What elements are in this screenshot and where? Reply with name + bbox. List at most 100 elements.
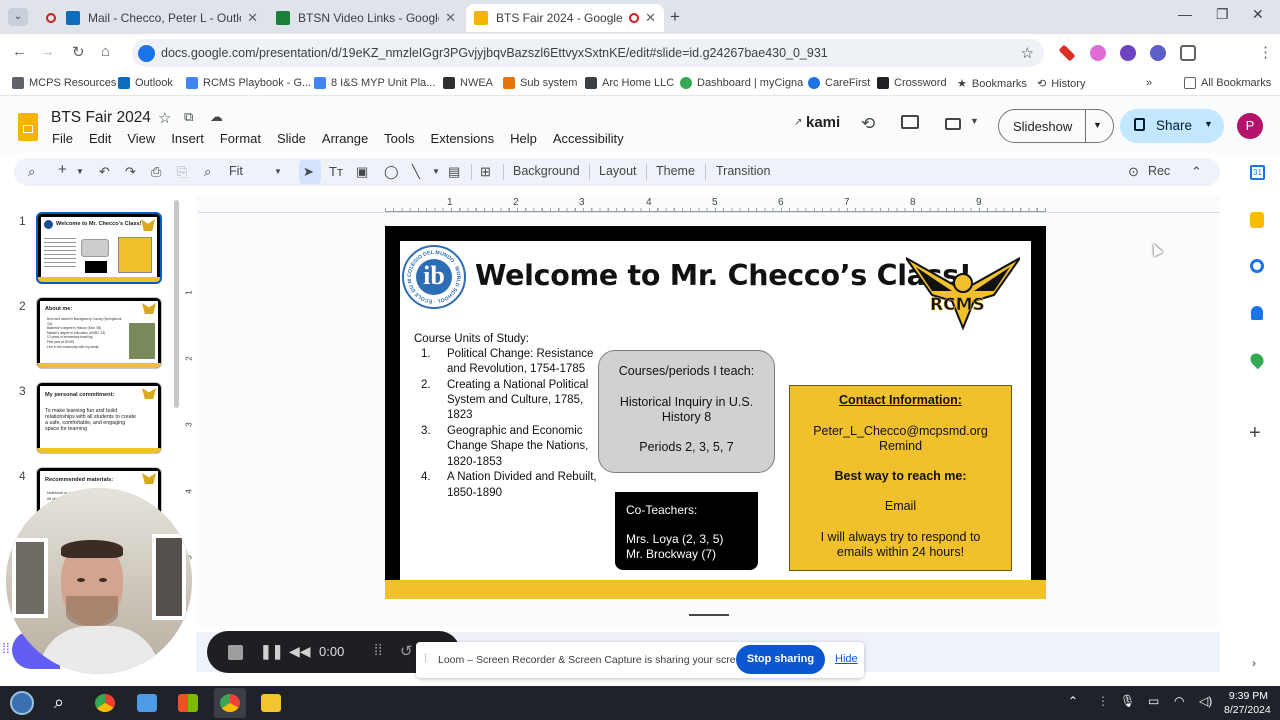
menu-view[interactable]: View bbox=[127, 131, 155, 146]
side-panel-toggle-icon[interactable]: › bbox=[1252, 656, 1256, 670]
undo-icon[interactable]: ↶ bbox=[99, 164, 110, 180]
bookmark-item[interactable]: Sub system bbox=[503, 77, 577, 89]
rewind-icon[interactable]: ◀◀ bbox=[289, 643, 311, 660]
keep-icon[interactable] bbox=[1250, 212, 1264, 228]
search-icon[interactable]: ⌕ bbox=[54, 692, 64, 713]
layout-button[interactable]: Layout bbox=[599, 164, 637, 178]
stop-recording-icon[interactable] bbox=[228, 645, 243, 660]
extension-icon[interactable] bbox=[1090, 45, 1106, 61]
maximize-button[interactable]: ❐ bbox=[1216, 6, 1229, 23]
horizontal-ruler[interactable]: 1 2 3 4 5 6 7 8 9 bbox=[385, 197, 1046, 212]
microphone-icon[interactable]: 🎙 bbox=[1120, 694, 1135, 708]
system-clock[interactable]: 9:39 PM 8/27/2024 bbox=[1224, 689, 1271, 717]
extensions-puzzle-icon[interactable] bbox=[1180, 45, 1196, 61]
bookmark-item[interactable]: Crossword bbox=[877, 77, 947, 89]
wifi-icon[interactable]: ◠ bbox=[1174, 694, 1184, 708]
chevron-down-icon[interactable]: ▼ bbox=[76, 167, 84, 176]
version-history-icon[interactable]: ⟲ bbox=[861, 114, 875, 134]
reload-button[interactable]: ↻ bbox=[72, 43, 85, 61]
all-bookmarks[interactable]: All Bookmarks bbox=[1184, 77, 1271, 89]
contacts-icon[interactable] bbox=[1251, 306, 1263, 320]
bookmark-item[interactable]: Arc Home LLC bbox=[585, 77, 674, 89]
tab-outlook[interactable]: Mail - Checco, Peter L - Outlook ✕ bbox=[38, 4, 266, 32]
get-addons-icon[interactable]: + bbox=[1249, 422, 1261, 445]
new-tab-button[interactable]: + bbox=[670, 7, 680, 27]
bookmarks-overflow-icon[interactable]: » bbox=[1146, 77, 1152, 89]
menu-slide[interactable]: Slide bbox=[277, 131, 306, 146]
shape-icon[interactable]: ◯ bbox=[384, 164, 399, 180]
collapse-toolbar-icon[interactable]: ⌃ bbox=[1191, 164, 1202, 180]
slide-thumbnail-1[interactable]: Welcome to Mr. Checco's Class! bbox=[36, 212, 162, 284]
hide-button[interactable]: Hide bbox=[835, 653, 858, 665]
tab-slides[interactable]: BTS Fair 2024 - Google Slides ✕ bbox=[466, 4, 664, 32]
minimize-button[interactable]: — bbox=[1178, 6, 1192, 22]
menu-help[interactable]: Help bbox=[510, 131, 537, 146]
share-options-chevron-icon[interactable]: ▼ bbox=[1204, 119, 1213, 129]
text-box-icon[interactable]: Tт bbox=[329, 164, 343, 179]
kami-extension-icon[interactable] bbox=[1120, 45, 1136, 61]
forward-button[interactable]: → bbox=[40, 43, 55, 60]
app-taskbar-icon[interactable] bbox=[137, 694, 157, 712]
bookmark-item[interactable]: MCPS Resources bbox=[12, 77, 116, 89]
redo-icon[interactable]: ↷ bbox=[125, 164, 136, 180]
stop-sharing-button[interactable]: Stop sharing bbox=[736, 645, 825, 674]
menu-arrange[interactable]: Arrange bbox=[322, 131, 368, 146]
bookmark-item[interactable]: Outlook bbox=[118, 77, 173, 89]
slideshow-options-chevron-icon[interactable]: ▼ bbox=[1093, 120, 1102, 130]
bookmark-item[interactable]: ⟲ History bbox=[1037, 77, 1085, 91]
paint-format-icon[interactable]: ⎘ bbox=[177, 164, 187, 180]
chevron-down-icon[interactable]: ▼ bbox=[432, 167, 440, 176]
maps-icon[interactable] bbox=[1247, 350, 1267, 370]
volume-icon[interactable]: ◁) bbox=[1199, 694, 1212, 708]
add-comment-icon[interactable]: ⊞ bbox=[480, 164, 491, 180]
slides-logo-icon[interactable] bbox=[18, 113, 38, 141]
bookmark-item[interactable]: ★ Bookmarks bbox=[957, 77, 1027, 91]
share-button[interactable]: Share bbox=[1156, 118, 1192, 133]
tasks-icon[interactable] bbox=[1250, 259, 1264, 273]
slide-thumbnail-3[interactable]: My personal commitment: To make learning… bbox=[36, 382, 162, 454]
menu-extensions[interactable]: Extensions bbox=[431, 131, 495, 146]
search-menus-icon[interactable]: ⌕ bbox=[28, 164, 35, 180]
slideshow-button[interactable]: Slideshow bbox=[1013, 119, 1072, 134]
usb-icon[interactable]: ⋮ bbox=[1097, 694, 1109, 708]
main-slide[interactable]: COLEGIO DEL MUNDO · WORLD SCHOOL · ÉCOLE… bbox=[385, 226, 1046, 599]
speaker-notes-handle[interactable] bbox=[689, 614, 729, 616]
bookmark-item[interactable]: NWEA bbox=[443, 77, 493, 89]
record-icon[interactable]: ⊙ bbox=[1128, 164, 1139, 180]
close-tab-icon[interactable]: ✕ bbox=[247, 10, 258, 26]
slide-thumbnail-2[interactable]: About me: Born and raised in Montgomery … bbox=[36, 297, 162, 369]
chrome-taskbar-icon[interactable] bbox=[95, 694, 115, 712]
insert-image-icon[interactable]: ▣ bbox=[356, 164, 368, 180]
close-window-button[interactable]: ✕ bbox=[1252, 6, 1264, 23]
bookmark-item[interactable]: CareFirst bbox=[808, 77, 870, 89]
pen-extension-icon[interactable] bbox=[1058, 44, 1076, 62]
bookmark-item[interactable]: RCMS Playbook - G... bbox=[186, 77, 311, 89]
show-hidden-icons[interactable]: ⌃ bbox=[1068, 694, 1078, 708]
extension-icon[interactable] bbox=[1150, 45, 1166, 61]
rec-button[interactable]: Rec bbox=[1148, 164, 1170, 178]
browser-menu-icon[interactable]: ⋮ bbox=[1258, 43, 1273, 61]
menu-accessibility[interactable]: Accessibility bbox=[553, 131, 624, 146]
background-button[interactable]: Background bbox=[513, 164, 580, 178]
file-explorer-taskbar-icon[interactable] bbox=[261, 694, 281, 712]
transition-button[interactable]: Transition bbox=[716, 164, 770, 178]
start-button[interactable] bbox=[10, 691, 34, 715]
home-button[interactable]: ⌂ bbox=[101, 43, 110, 60]
comments-icon[interactable] bbox=[901, 115, 919, 129]
webcam-bubble[interactable] bbox=[6, 488, 192, 674]
site-info-icon[interactable] bbox=[138, 45, 155, 62]
meet-camera-icon[interactable] bbox=[945, 118, 961, 130]
close-tab-icon[interactable]: ✕ bbox=[645, 10, 656, 26]
chevron-down-icon[interactable]: ▼ bbox=[970, 116, 979, 126]
bookmark-item[interactable]: 8 I&S MYP Unit Pla... bbox=[314, 77, 435, 89]
restart-icon[interactable]: ↺ bbox=[400, 642, 413, 660]
menu-edit[interactable]: Edit bbox=[89, 131, 111, 146]
menu-insert[interactable]: Insert bbox=[171, 131, 204, 146]
menu-file[interactable]: File bbox=[52, 131, 73, 146]
star-icon[interactable]: ☆ bbox=[158, 109, 171, 127]
move-folder-icon[interactable]: ⧉ bbox=[184, 109, 193, 125]
bookmark-item[interactable]: Dashboard | myCigna bbox=[680, 77, 803, 89]
battery-icon[interactable]: ▭ bbox=[1148, 694, 1159, 708]
print-icon[interactable]: ⎙ bbox=[151, 164, 161, 180]
tab-search-button[interactable]: ⌄ bbox=[8, 8, 28, 26]
